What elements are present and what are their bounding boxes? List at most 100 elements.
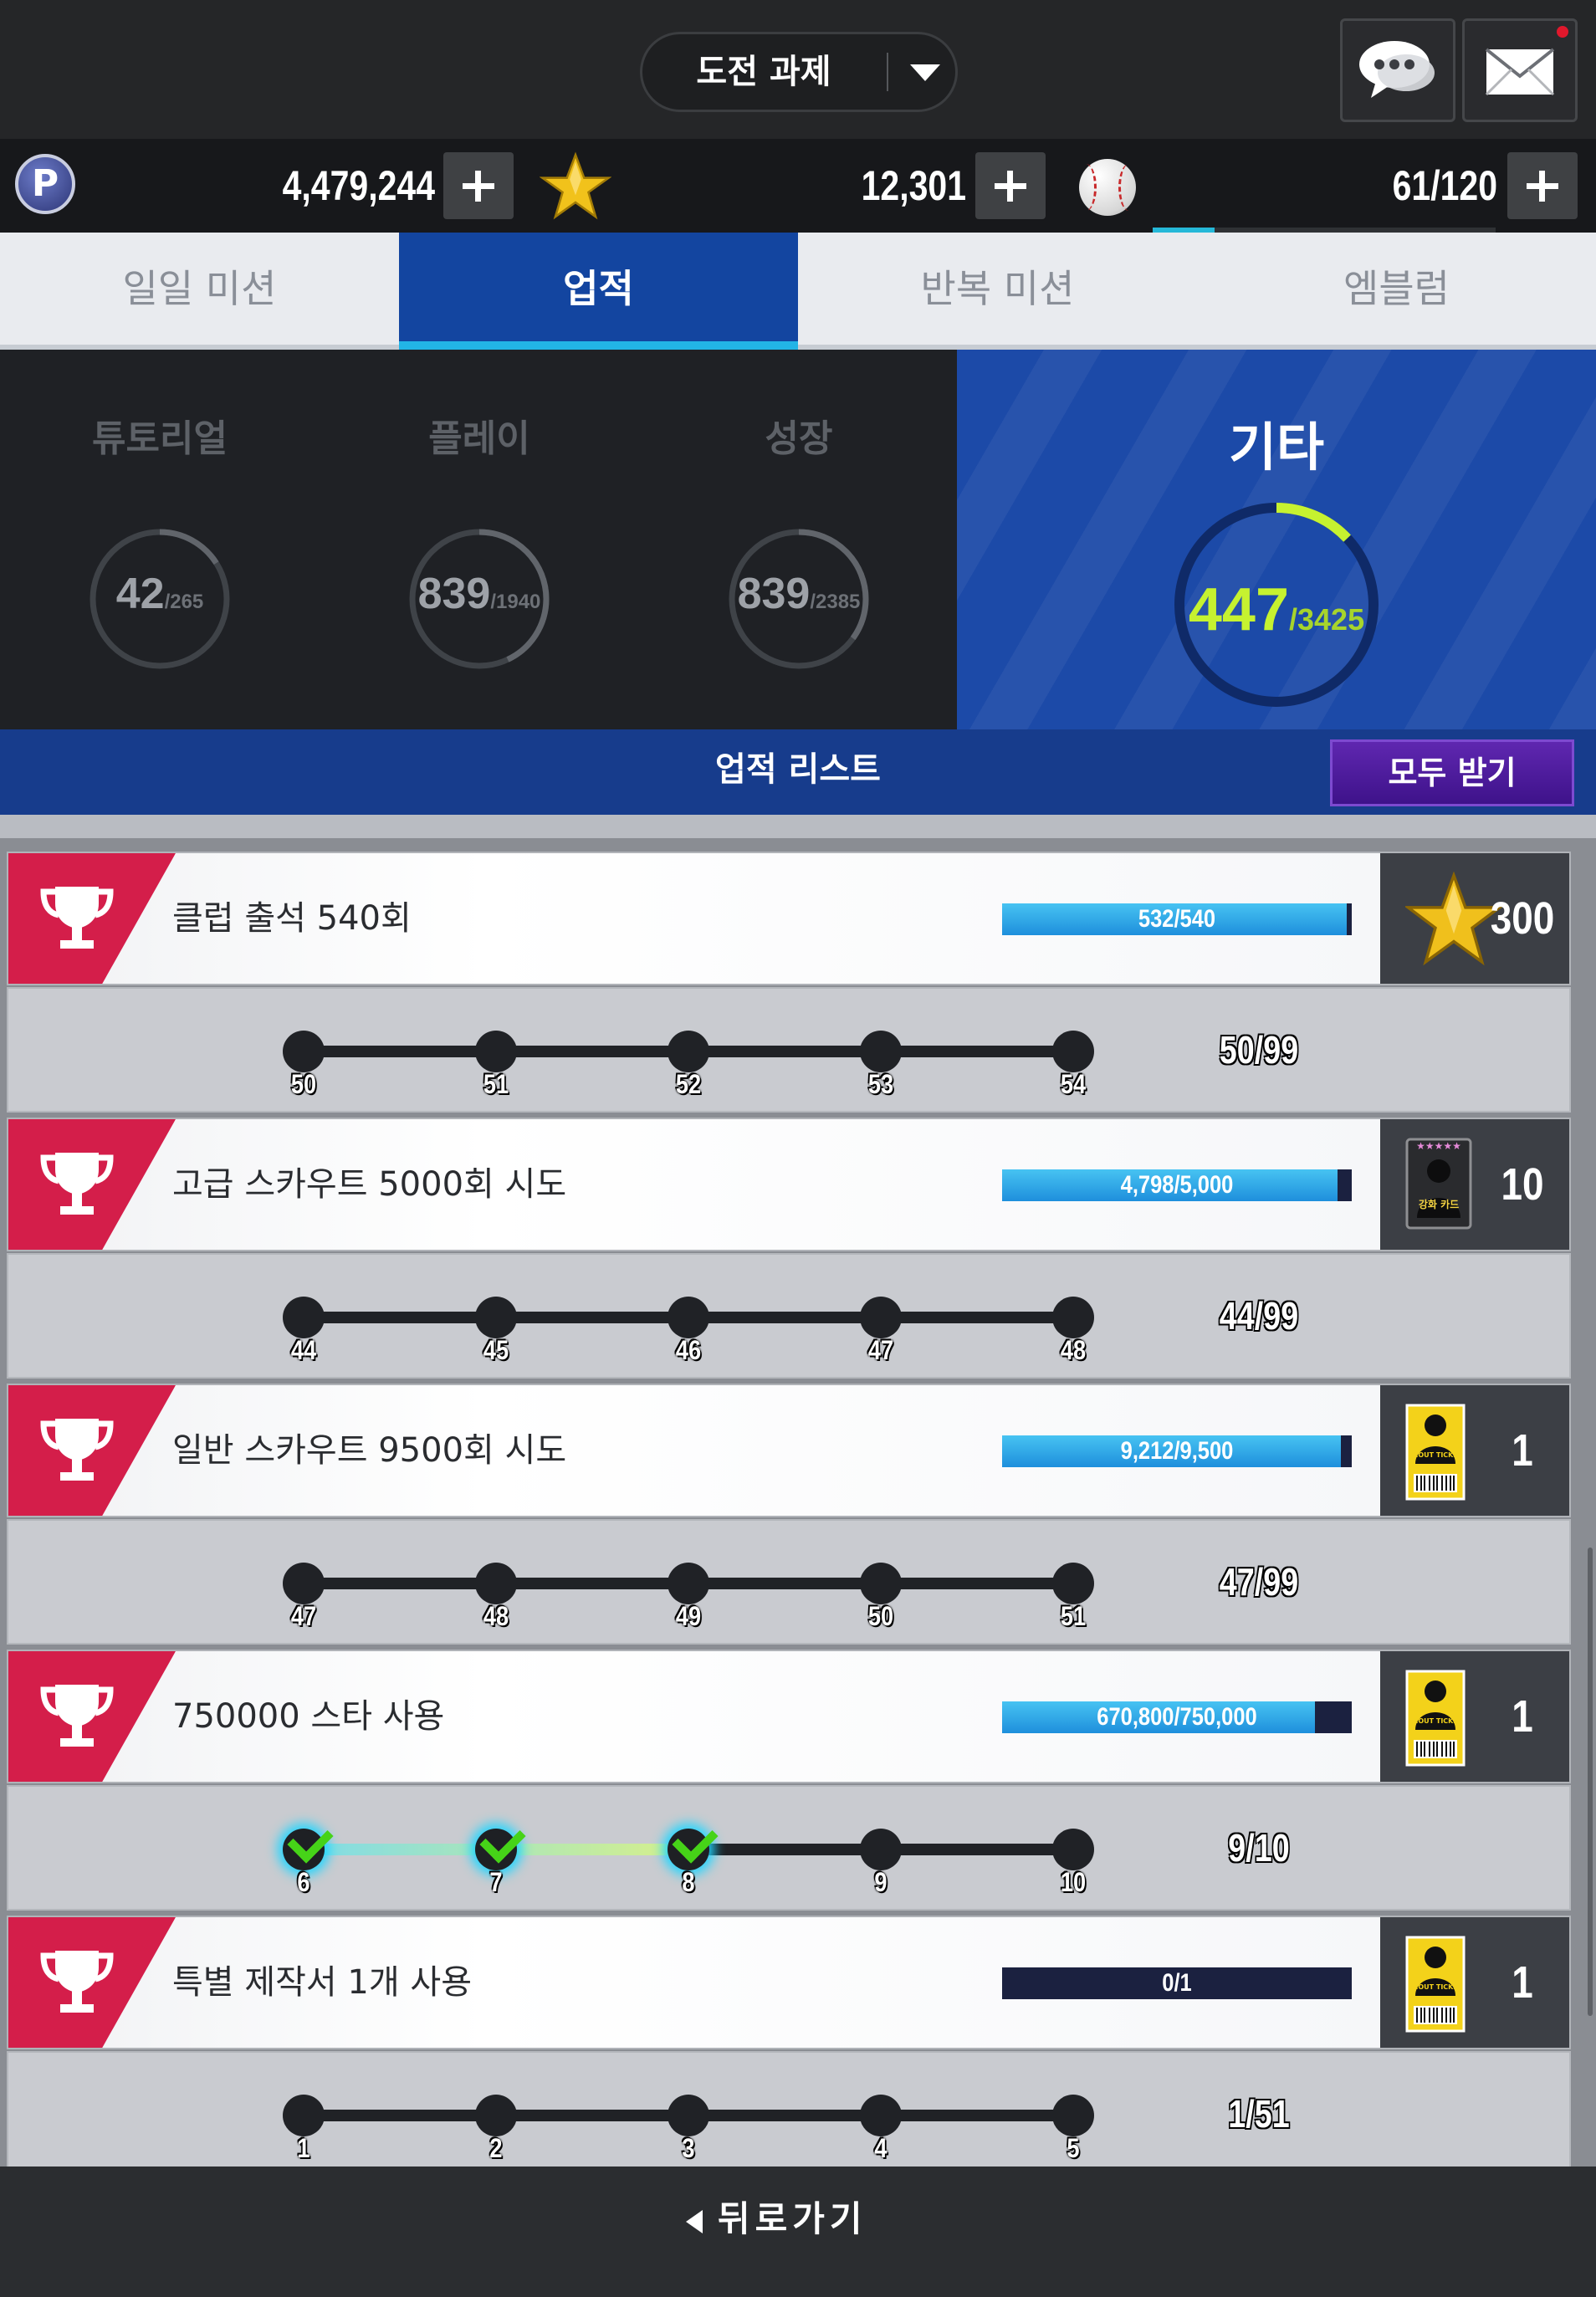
tab-achievements[interactable]: 업적	[399, 233, 798, 350]
achievement-row[interactable]: 고급 스카우트 5000회 시도 4,798/5,000 ★★★★★ 강화 카드…	[7, 1118, 1571, 1251]
footer-bar: 뒤로가기	[0, 2167, 1596, 2297]
card-icon: ★★★★★ 강화 카드	[1405, 1138, 1472, 1230]
milestone-track: 44/99 44 45 46 47 48	[7, 1253, 1571, 1379]
add-points-button[interactable]	[443, 152, 514, 219]
milestone-node	[283, 1297, 325, 1338]
achievement-progress-bar: 9,212/9,500	[1002, 1435, 1352, 1467]
milestone-label: 47	[867, 1335, 894, 1365]
achievement-title: 클럽 출석 540회	[172, 899, 412, 938]
milestone-node	[1052, 2095, 1094, 2136]
milestone-node-completed	[668, 1829, 709, 1870]
achievement-title: 특별 제작서 1개 사용	[172, 1963, 472, 2002]
dropdown-divider	[887, 53, 888, 91]
scout-ticket-icon: SCOUT TICKET	[1405, 1404, 1466, 1501]
list-scrollbar[interactable]	[1588, 1548, 1593, 2016]
svg-text:SCOUT TICKET: SCOUT TICKET	[1409, 1451, 1463, 1459]
reward-quantity: 300	[1490, 893, 1555, 944]
milestone-label: 3	[682, 2133, 695, 2163]
progress-text: 4,798/5,000	[1120, 1171, 1234, 1199]
milestone-label: 50	[867, 1601, 894, 1631]
milestone-track: 1/51 1 2 3 4 5	[7, 2051, 1571, 2167]
scout-ticket-icon: SCOUT TICKET	[1405, 1936, 1466, 2033]
milestone-node	[860, 1829, 902, 1870]
mission-tabs: 일일 미션 업적 반복 미션 엠블럼	[0, 233, 1596, 350]
energy-value: 61/120	[1392, 162, 1497, 209]
tab-repeat-mission[interactable]: 반복 미션	[798, 233, 1197, 345]
reward-box[interactable]: SCOUT TICKET 1	[1380, 1651, 1569, 1782]
milestone-node	[1052, 1563, 1094, 1604]
achievement-list-header: 업적 리스트 모두 받기	[0, 729, 1596, 815]
achievement-row[interactable]: 750000 스타 사용 670,800/750,000 SCOUT TICKE…	[7, 1650, 1571, 1783]
trophy-icon	[40, 1419, 114, 1481]
trophy-icon	[40, 1153, 114, 1215]
milestone-node	[283, 1563, 325, 1604]
milestone-node	[475, 1031, 517, 1072]
milestone-label: 10	[1060, 1867, 1087, 1897]
mail-button[interactable]	[1462, 18, 1578, 122]
milestone-count: 50/99	[1219, 1028, 1299, 1072]
category-other[interactable]: 기타 447/3425	[957, 350, 1596, 729]
tab-daily-mission[interactable]: 일일 미션	[0, 233, 399, 345]
mode-dropdown[interactable]: 도전 과제	[640, 32, 958, 112]
reward-quantity: 1	[1512, 1691, 1533, 1742]
achievement-row[interactable]: 특별 제작서 1개 사용 0/1 SCOUT TICKET 1	[7, 1916, 1571, 2049]
milestone-node	[668, 1031, 709, 1072]
progress-text: 0/1	[1162, 1969, 1192, 1997]
progress-text: 670,800/750,000	[1097, 1703, 1257, 1731]
back-button[interactable]: 뒤로가기	[686, 2190, 920, 2248]
milestone-node	[1052, 1829, 1094, 1870]
currency-bar: P 4,479,244 12,301 61/120	[0, 139, 1596, 233]
milestone-node	[860, 1563, 902, 1604]
milestone-node	[668, 2095, 709, 2136]
reward-box[interactable]: ★★★★★ 강화 카드 10	[1380, 1119, 1569, 1250]
milestone-label: 8	[682, 1867, 695, 1897]
stars-value: 12,301	[861, 162, 966, 209]
category-count: 42/265	[115, 570, 204, 618]
reward-box[interactable]: SCOUT TICKET 1	[1380, 1385, 1569, 1516]
add-energy-button[interactable]	[1507, 152, 1578, 219]
milestone-label: 44	[290, 1335, 317, 1365]
milestone-label: 7	[489, 1867, 503, 1897]
app-root: 도전 과제 P 4,479,244 12,301 61/120 일일 미션 업적…	[0, 0, 1596, 2297]
milestone-label: 48	[483, 1601, 509, 1631]
milestone-count: 47/99	[1219, 1560, 1299, 1604]
progress-text: 532/540	[1138, 905, 1216, 933]
milestone-count: 1/51	[1228, 2092, 1290, 2136]
milestone-track: 9/10 6 7 8 9 10	[7, 1785, 1571, 1911]
claim-all-button[interactable]: 모두 받기	[1330, 739, 1574, 806]
reward-box[interactable]: SCOUT TICKET 1	[1380, 1917, 1569, 2048]
category-play[interactable]: 플레이 839/1940	[320, 350, 639, 729]
milestone-track: 50/99 50 51 52 53 54	[7, 987, 1571, 1113]
category-tutorial[interactable]: 튜토리얼 42/265	[0, 350, 320, 729]
milestone-label: 1	[297, 2133, 310, 2163]
milestone-node	[668, 1563, 709, 1604]
achievement-list[interactable]: 클럽 출석 540회 532/540 300 50/99 50 51 52 53 54	[0, 815, 1596, 2167]
milestone-label: 53	[867, 1069, 894, 1099]
reward-box[interactable]: 300	[1380, 853, 1569, 984]
category-count: 447/3425	[1188, 576, 1365, 643]
category-name: 기타	[1228, 417, 1325, 478]
star-icon	[540, 151, 611, 220]
tab-emblem[interactable]: 엠블럼	[1197, 233, 1596, 345]
achievement-progress-bar: 670,800/750,000	[1002, 1701, 1352, 1733]
reward-quantity: 1	[1512, 1957, 1533, 2008]
achievement-row[interactable]: 클럽 출석 540회 532/540 300	[7, 852, 1571, 985]
category-growth[interactable]: 성장 839/2385	[639, 350, 959, 729]
trophy-icon	[40, 887, 114, 949]
svg-text:★★★★★: ★★★★★	[1416, 1140, 1461, 1152]
milestone-count: 44/99	[1219, 1294, 1299, 1338]
milestone-label: 54	[1060, 1069, 1087, 1099]
chevron-down-icon	[910, 64, 940, 81]
category-name: 튜토리얼	[92, 417, 228, 460]
achievement-row[interactable]: 일반 스카우트 9500회 시도 9,212/9,500 SCOUT TICKE…	[7, 1384, 1571, 1517]
notification-dot	[1557, 26, 1568, 38]
add-stars-button[interactable]	[975, 152, 1046, 219]
svg-text:강화 카드: 강화 카드	[1419, 1198, 1459, 1210]
previous-item-edge	[0, 815, 1596, 838]
category-name: 성장	[765, 417, 833, 460]
milestone-node	[668, 1297, 709, 1338]
svg-text:SCOUT TICKET: SCOUT TICKET	[1409, 1717, 1463, 1725]
chat-button[interactable]	[1340, 18, 1455, 122]
reward-quantity: 1	[1512, 1425, 1533, 1476]
milestone-node	[860, 1031, 902, 1072]
